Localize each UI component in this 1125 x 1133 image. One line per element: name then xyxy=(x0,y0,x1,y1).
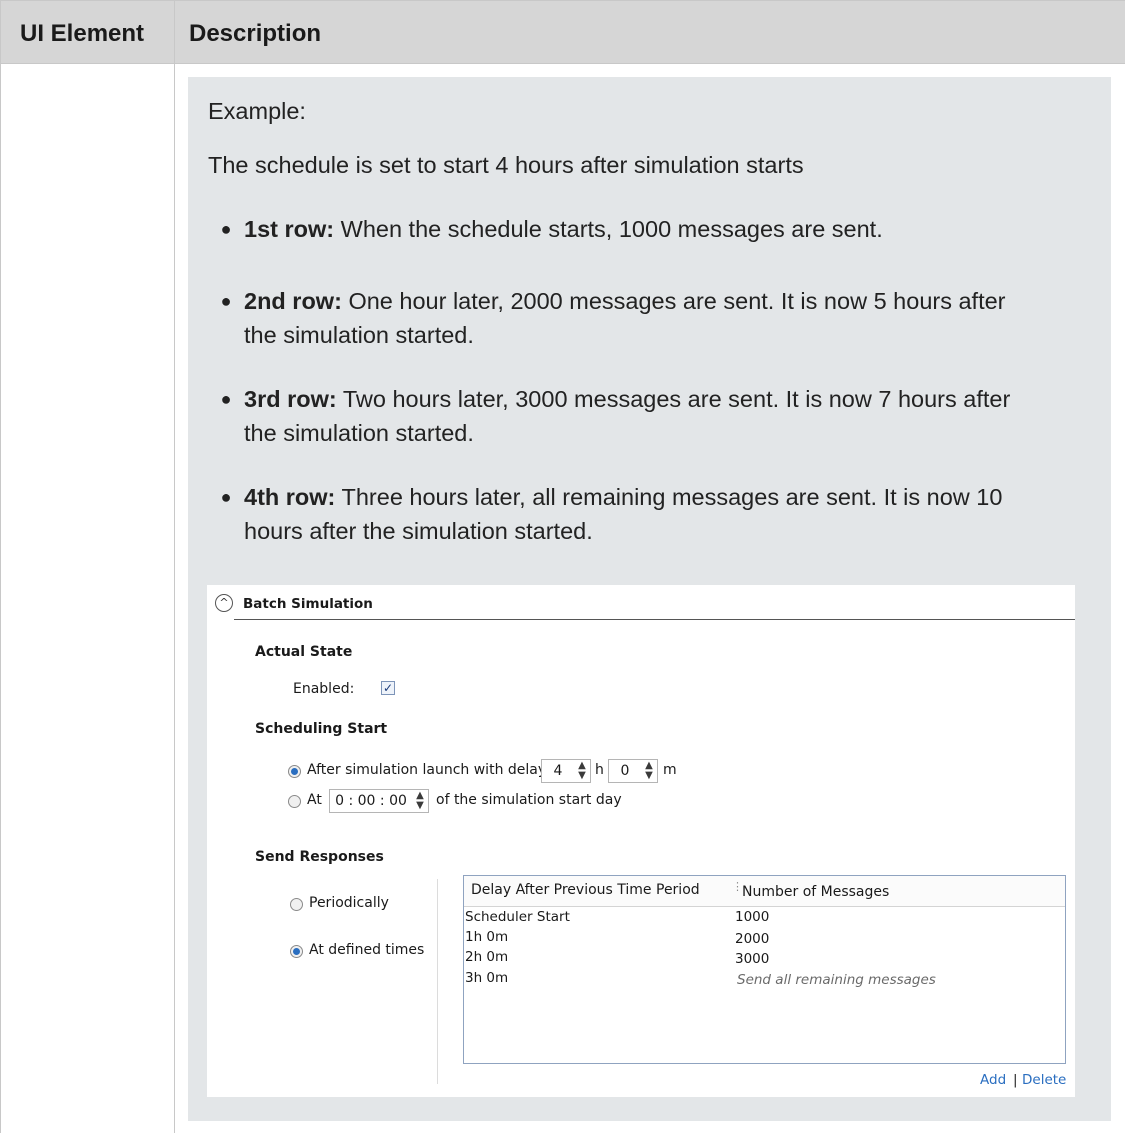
bullet-text: When the schedule starts, 1000 messages … xyxy=(334,216,883,242)
hours-stepper[interactable]: 4 ▲ ▼ xyxy=(541,759,591,783)
grid-cell-delay: 2h 0m xyxy=(465,949,509,965)
at-suffix-label: of the simulation start day xyxy=(436,792,622,808)
column-divider xyxy=(174,0,175,1133)
bullet-label: 1st row: xyxy=(244,216,335,242)
grid-cell-delay: 1h 0m xyxy=(465,929,509,945)
schedule-grid[interactable]: Delay After Previous Time Period ⋮ Numbe… xyxy=(463,875,1066,1064)
bullet-label: 3rd row: xyxy=(244,386,337,412)
example-heading: Example: xyxy=(208,98,306,124)
grid-column-header[interactable]: Delay After Previous Time Period xyxy=(471,882,700,898)
grid-cell-count: Send all remaining messages xyxy=(737,972,936,988)
bullet-dot: ● xyxy=(220,291,232,311)
hours-value: 4 xyxy=(553,763,563,779)
bullet-text: Three hours later, all remaining message… xyxy=(335,484,1003,510)
delay-radio[interactable] xyxy=(288,765,301,778)
at-option-label: At xyxy=(307,792,322,808)
link-separator: | xyxy=(1013,1072,1018,1088)
enabled-checkbox[interactable]: ✓ xyxy=(381,681,395,695)
bullet-label: 4th row: xyxy=(244,484,336,510)
example-panel: Example: The schedule is set to start 4 … xyxy=(188,77,1111,1121)
grid-cell-delay: 3h 0m xyxy=(465,970,509,986)
decrement-icon[interactable]: ▼ xyxy=(642,771,656,781)
bullet-dot: ● xyxy=(220,389,232,409)
grid-cell-count: 3000 xyxy=(735,951,770,967)
options-divider xyxy=(437,879,438,1084)
bullet-text: One hour later, 2000 messages are sent. … xyxy=(341,288,1006,314)
documentation-table: UI Element Description Example: The sche… xyxy=(0,0,1125,1133)
bullet-dot: ● xyxy=(220,487,232,507)
section-title: Batch Simulation xyxy=(243,596,373,612)
minutes-stepper[interactable]: 0 ▲ ▼ xyxy=(608,759,658,783)
decrement-icon[interactable]: ▼ xyxy=(413,801,427,811)
delay-option-label: After simulation launch with delay xyxy=(307,762,547,778)
hours-unit: h xyxy=(595,762,604,778)
scheduling-start-heading: Scheduling Start xyxy=(255,721,388,737)
example-intro: The schedule is set to start 4 hours aft… xyxy=(208,152,804,178)
actual-state-heading: Actual State xyxy=(255,644,353,660)
chevron-up-icon[interactable]: ^ xyxy=(215,594,233,612)
bullet-text-continued: the simulation started. xyxy=(244,420,474,446)
bullet-text-continued: hours after the simulation started. xyxy=(244,518,593,544)
grid-column-header[interactable]: Number of Messages xyxy=(742,884,889,900)
decrement-icon[interactable]: ▼ xyxy=(575,771,589,781)
periodically-radio[interactable] xyxy=(290,898,303,911)
grid-cell-count: 1000 xyxy=(735,909,770,925)
bullet-label: 2nd row: xyxy=(244,288,342,314)
defined-times-label: At defined times xyxy=(309,942,425,958)
bullet-text: Two hours later, 3000 messages are sent.… xyxy=(336,386,1011,412)
column-header-description: Description xyxy=(189,20,322,47)
defined-times-radio[interactable] xyxy=(290,945,303,958)
grid-cell-count: 2000 xyxy=(735,931,770,947)
at-time-stepper[interactable]: 0 : 00 : 00 ▲ ▼ xyxy=(329,789,429,813)
column-header-ui-element: UI Element xyxy=(20,20,145,47)
minutes-unit: m xyxy=(663,762,677,778)
batch-simulation-panel: ^ Batch Simulation Actual State Enabled:… xyxy=(207,585,1075,1097)
table-header-row: UI Element Description xyxy=(1,0,1125,64)
send-responses-heading: Send Responses xyxy=(255,849,384,865)
delete-link[interactable]: Delete xyxy=(1022,1072,1066,1088)
grid-header: Delay After Previous Time Period ⋮ Numbe… xyxy=(464,876,1065,907)
periodically-label: Periodically xyxy=(309,895,389,911)
enabled-label: Enabled: xyxy=(293,681,355,697)
grid-cell-delay: Scheduler Start xyxy=(465,909,570,925)
at-time-value: 0 : 00 : 00 xyxy=(335,793,407,809)
section-divider xyxy=(234,619,1075,620)
minutes-value: 0 xyxy=(620,763,630,779)
bullet-text-continued: the simulation started. xyxy=(244,322,474,348)
add-link[interactable]: Add xyxy=(980,1072,1006,1088)
bullet-dot: ● xyxy=(220,219,232,239)
at-time-radio[interactable] xyxy=(288,795,301,808)
